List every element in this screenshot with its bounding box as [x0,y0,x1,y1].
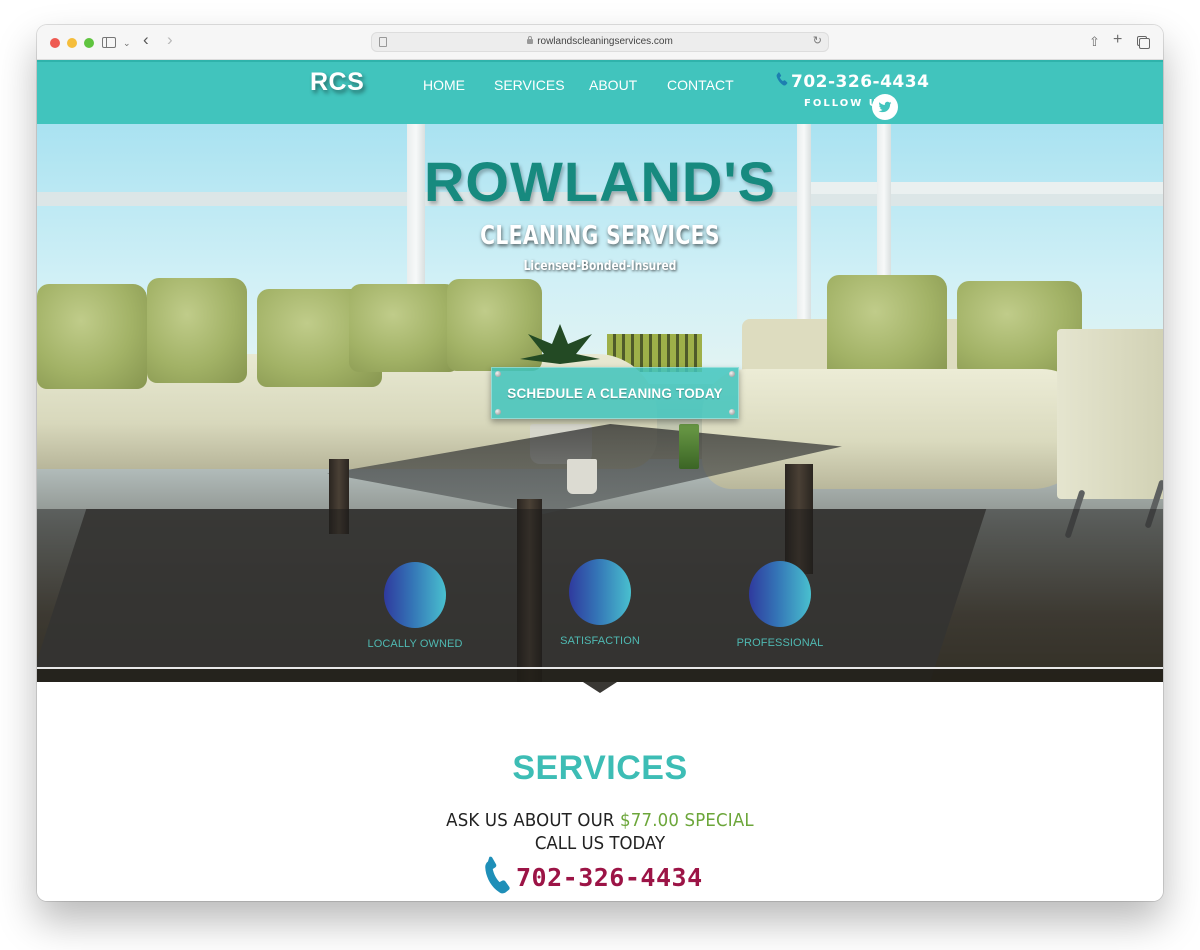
minimize-window-button[interactable] [67,38,77,48]
nav-about[interactable]: ABOUT [589,77,637,93]
reload-icon[interactable]: ↻ [813,34,822,47]
hero-tagline: Licensed-Bonded-Insured [523,259,677,274]
special-offer-text: ASK US ABOUT OUR $77.00 SPECIAL [82,810,1118,831]
hero-title: ROWLAND'S [423,150,777,213]
lock-icon [527,36,534,44]
call-us-text: CALL US TODAY [534,833,666,854]
sofa-image-right [702,275,1163,539]
screw-icon [495,409,501,415]
services-phone-number: 702-326-4434 [516,863,703,892]
feature-circle-icon [569,559,631,625]
plus-icon[interactable]: + [1113,31,1122,49]
zoom-window-button[interactable] [84,38,94,48]
feature-circle-icon [749,561,811,627]
feature-professional: PROFESSIONAL [700,561,860,649]
feature-locally-owned: LOCALLY OWNED [335,562,495,650]
feature-satisfaction: SATISFACTION [520,559,680,647]
services-title: SERVICES [512,749,688,787]
special-prefix: ASK US ABOUT OUR [446,810,621,831]
special-price: $77.00 SPECIAL [620,810,754,831]
phone-icon [774,70,790,93]
twitter-icon [878,101,892,113]
chevron-left-icon[interactable]: ‹ [143,31,149,49]
header-phone[interactable]: 702-326-4434 [774,70,929,93]
feature-label: SATISFACTION [560,635,640,647]
site-logo[interactable]: RCS [310,68,364,97]
schedule-cleaning-button[interactable]: SCHEDULE A CLEANING TODAY [491,367,739,419]
feature-label: LOCALLY OWNED [367,638,463,650]
chevron-right-icon[interactable]: › [167,31,173,49]
chevron-down-icon[interactable]: ⌄ [123,34,131,52]
feature-circle-icon [384,562,446,628]
screw-icon [495,371,501,377]
browser-toolbar: ⌄ ‹ › rowlandscleaningservices.com ↻ ⇧ + [37,25,1163,60]
services-phone-link[interactable]: 702-326-4434 [482,855,703,900]
cta-label: SCHEDULE A CLEANING TODAY [507,385,723,401]
phone-icon [482,855,516,900]
nav-home[interactable]: HOME [423,77,465,93]
screw-icon [729,371,735,377]
sidebar-icon[interactable] [102,37,116,48]
nav-contact[interactable]: CONTACT [667,77,734,93]
feature-label: PROFESSIONAL [736,637,824,649]
window-controls [50,38,94,48]
screw-icon [729,409,735,415]
site-header: RCS HOME SERVICES ABOUT CONTACT 702-326-… [37,60,1163,124]
header-phone-number: 702-326-4434 [791,71,930,92]
tabs-overview-icon[interactable] [1137,36,1150,49]
twitter-button[interactable] [872,94,898,120]
address-bar[interactable]: rowlandscleaningservices.com ↻ [371,32,829,52]
browser-window: ⌄ ‹ › rowlandscleaningservices.com ↻ ⇧ +… [37,25,1163,901]
services-section: SERVICES ASK US ABOUT OUR $77.00 SPECIAL… [37,682,1163,901]
nav-services[interactable]: SERVICES [494,77,565,93]
section-pointer-arrow [583,682,617,693]
close-window-button[interactable] [50,38,60,48]
hero-section: ROWLAND'S CLEANING SERVICES Licensed-Bon… [37,124,1163,682]
url-text: rowlandscleaningservices.com [537,36,673,47]
share-icon[interactable]: ⇧ [1089,33,1100,51]
hero-subtitle: CLEANING SERVICES [480,221,720,251]
